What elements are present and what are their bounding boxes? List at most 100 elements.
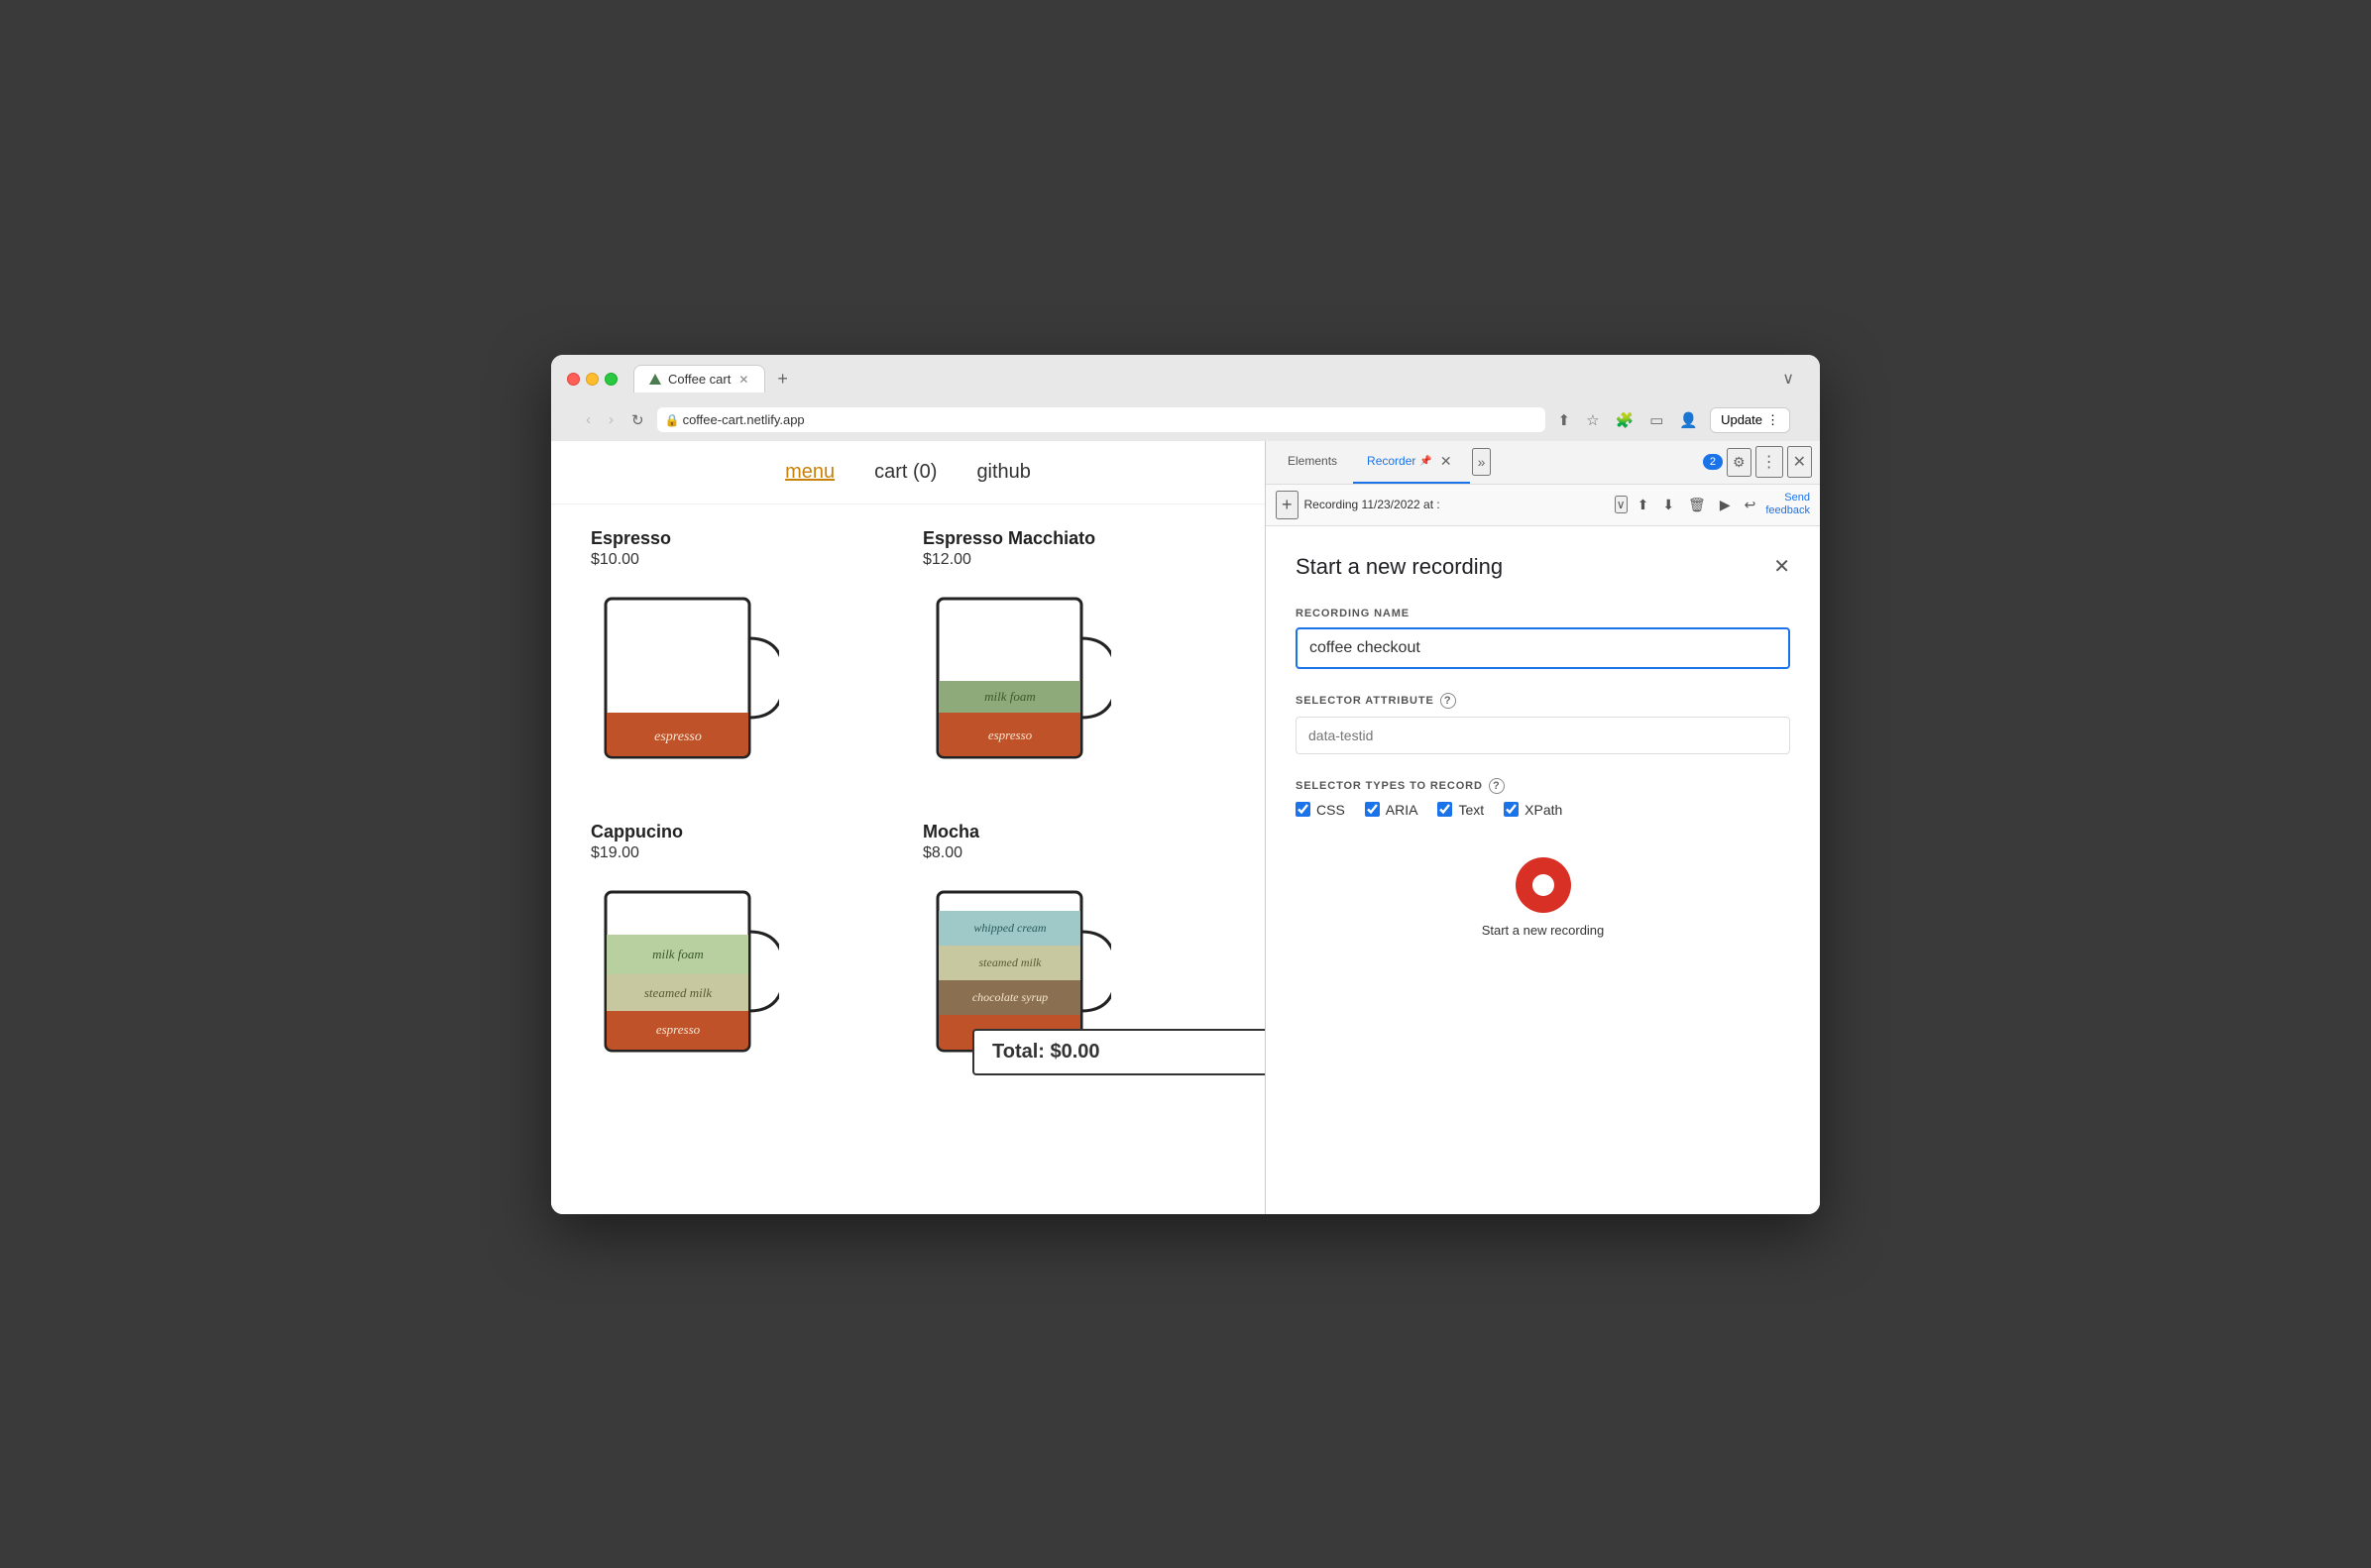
svg-text:milk foam: milk foam (984, 689, 1036, 704)
xpath-checkbox-item[interactable]: XPath (1504, 802, 1562, 818)
macchiato-name: Espresso Macchiato (923, 528, 1225, 549)
devtools-menu-button[interactable]: ⋮ (1755, 446, 1783, 478)
export-recording-button[interactable]: ⬆ (1634, 495, 1653, 515)
coffee-page: menu cart (0) github Espresso $10.00 (551, 441, 1265, 1214)
replay-recording-button[interactable]: ↩ (1741, 495, 1760, 515)
recorder-tab-label: Recorder (1367, 454, 1415, 468)
title-bar: Coffee cart ✕ + ∨ ‹ › ↻ 🔒 ⬆ ☆ 🧩 ▭ 👤 (551, 355, 1820, 441)
aria-checkbox-item[interactable]: ARIA (1365, 802, 1418, 818)
recording-name: Recording 11/23/2022 at : (1304, 498, 1609, 511)
cappucino-cup[interactable]: espresso steamed milk milk foam (591, 872, 893, 1085)
selector-types-help-icon[interactable]: ? (1489, 778, 1505, 794)
record-button-wrap: Start a new recording (1296, 857, 1790, 938)
devtools-close-button[interactable]: ✕ (1787, 446, 1812, 478)
recording-name-section: RECORDING NAME (1296, 608, 1790, 669)
text-checkbox[interactable] (1437, 802, 1452, 817)
espresso-price: $10.00 (591, 551, 893, 569)
mocha-name: Mocha (923, 822, 1225, 842)
delete-recording-button[interactable]: 🗑 (1684, 495, 1710, 515)
menu-nav-link[interactable]: menu (785, 461, 835, 484)
add-recording-button[interactable]: + (1276, 491, 1298, 519)
tab-bar: Coffee cart ✕ + (633, 365, 796, 393)
more-tabs-button[interactable]: » (1472, 448, 1492, 476)
devtools-tabs-right: 2 ⚙ ⋮ ✕ (1703, 446, 1812, 478)
address-input[interactable] (657, 407, 1546, 432)
selector-attribute-help-icon[interactable]: ? (1440, 693, 1456, 709)
start-recording-dialog: Start a new recording ✕ RECORDING NAME S… (1266, 526, 1820, 1214)
sidebar-icon[interactable]: ▭ (1645, 408, 1667, 432)
recording-name-input[interactable] (1296, 627, 1790, 669)
devtools-panel: Elements Recorder 📌 ✕ » 2 ⚙ ⋮ ✕ + Reco (1265, 441, 1820, 1214)
devtools-settings-button[interactable]: ⚙ (1727, 448, 1751, 477)
minimize-traffic-light[interactable] (586, 373, 599, 386)
download-recording-button[interactable]: ⬇ (1658, 495, 1678, 515)
xpath-checkbox[interactable] (1504, 802, 1519, 817)
lock-icon: 🔒 (665, 413, 680, 427)
cappucino-item: Cappucino $19.00 (591, 822, 893, 1085)
recording-name-label: RECORDING NAME (1296, 608, 1790, 619)
profile-icon[interactable]: 👤 (1675, 408, 1702, 432)
update-menu-icon: ⋮ (1766, 412, 1779, 428)
svg-text:steamed milk: steamed milk (644, 985, 712, 1000)
svg-text:steamed milk: steamed milk (979, 955, 1043, 969)
selector-types-section: SELECTOR TYPES TO RECORD ? CSS ARIA (1296, 778, 1790, 818)
update-button[interactable]: Update ⋮ (1710, 407, 1790, 433)
macchiato-price: $12.00 (923, 551, 1225, 569)
address-wrap: 🔒 (657, 407, 1546, 432)
active-tab[interactable]: Coffee cart ✕ (633, 365, 765, 392)
svg-text:espresso: espresso (988, 728, 1033, 742)
selector-types-list: CSS ARIA Text XPath (1296, 802, 1790, 818)
close-traffic-light[interactable] (567, 373, 580, 386)
start-recording-label: Start a new recording (1482, 923, 1605, 938)
css-checkbox-item[interactable]: CSS (1296, 802, 1345, 818)
tab-favicon-icon (648, 373, 662, 387)
play-recording-button[interactable]: ▶ (1716, 495, 1735, 515)
tab-close-button[interactable]: ✕ (736, 373, 750, 387)
text-checkbox-item[interactable]: Text (1437, 802, 1484, 818)
maximize-traffic-light[interactable] (605, 373, 618, 386)
svg-text:whipped cream: whipped cream (973, 921, 1047, 935)
dialog-title: Start a new recording (1296, 554, 1503, 580)
cappucino-name: Cappucino (591, 822, 893, 842)
reload-button[interactable]: ↻ (626, 408, 649, 432)
extensions-icon[interactable]: 🧩 (1612, 408, 1638, 432)
devtools-tabs: Elements Recorder 📌 ✕ » 2 ⚙ ⋮ ✕ (1266, 441, 1820, 485)
bookmark-icon[interactable]: ☆ (1582, 408, 1603, 432)
toolbar-right: ⬆ ☆ 🧩 ▭ 👤 Update ⋮ (1553, 407, 1790, 433)
aria-label: ARIA (1386, 802, 1418, 818)
recording-dropdown-button[interactable]: ∨ (1615, 496, 1628, 513)
new-tab-button[interactable]: + (769, 365, 796, 393)
cart-nav-link[interactable]: cart (0) (874, 461, 937, 484)
recorder-tab[interactable]: Recorder 📌 ✕ (1353, 441, 1470, 484)
css-label: CSS (1316, 802, 1345, 818)
selector-attribute-label: SELECTOR ATTRIBUTE ? (1296, 693, 1790, 709)
elements-tab[interactable]: Elements (1274, 446, 1351, 478)
recording-toolbar: + Recording 11/23/2022 at : ∨ ⬆ ⬇ 🗑 ▶ ↩ … (1266, 485, 1820, 526)
espresso-cup[interactable]: espresso (591, 579, 893, 792)
browser-content: menu cart (0) github Espresso $10.00 (551, 441, 1820, 1214)
css-checkbox[interactable] (1296, 802, 1310, 817)
traffic-lights (567, 373, 618, 386)
svg-text:chocolate syrup: chocolate syrup (972, 990, 1048, 1004)
espresso-item: Espresso $10.00 (591, 528, 893, 792)
selector-attribute-section: SELECTOR ATTRIBUTE ? (1296, 693, 1790, 754)
share-icon[interactable]: ⬆ (1553, 408, 1574, 432)
github-nav-link[interactable]: github (976, 461, 1031, 484)
dialog-close-button[interactable]: ✕ (1773, 554, 1790, 579)
aria-checkbox[interactable] (1365, 802, 1380, 817)
coffee-nav: menu cart (0) github (551, 441, 1265, 504)
recorder-tab-close[interactable]: ✕ (1436, 449, 1456, 474)
send-feedback-link[interactable]: Send feedback (1765, 492, 1810, 517)
text-label: Text (1458, 802, 1484, 818)
macchiato-cup[interactable]: espresso milk foam (923, 579, 1225, 792)
record-dot-icon (1532, 874, 1554, 896)
espresso-name: Espresso (591, 528, 893, 549)
coffee-grid: Espresso $10.00 (551, 504, 1265, 1109)
selector-attribute-input[interactable] (1296, 717, 1790, 754)
mocha-cup[interactable]: espresso chocolate syrup steamed milk wh… (923, 872, 1225, 1085)
back-button[interactable]: ‹ (581, 408, 596, 431)
start-recording-button[interactable] (1516, 857, 1571, 913)
forward-button[interactable]: › (604, 408, 619, 431)
window-controls: ∨ (1782, 369, 1804, 389)
browser-window: Coffee cart ✕ + ∨ ‹ › ↻ 🔒 ⬆ ☆ 🧩 ▭ 👤 (551, 355, 1820, 1214)
